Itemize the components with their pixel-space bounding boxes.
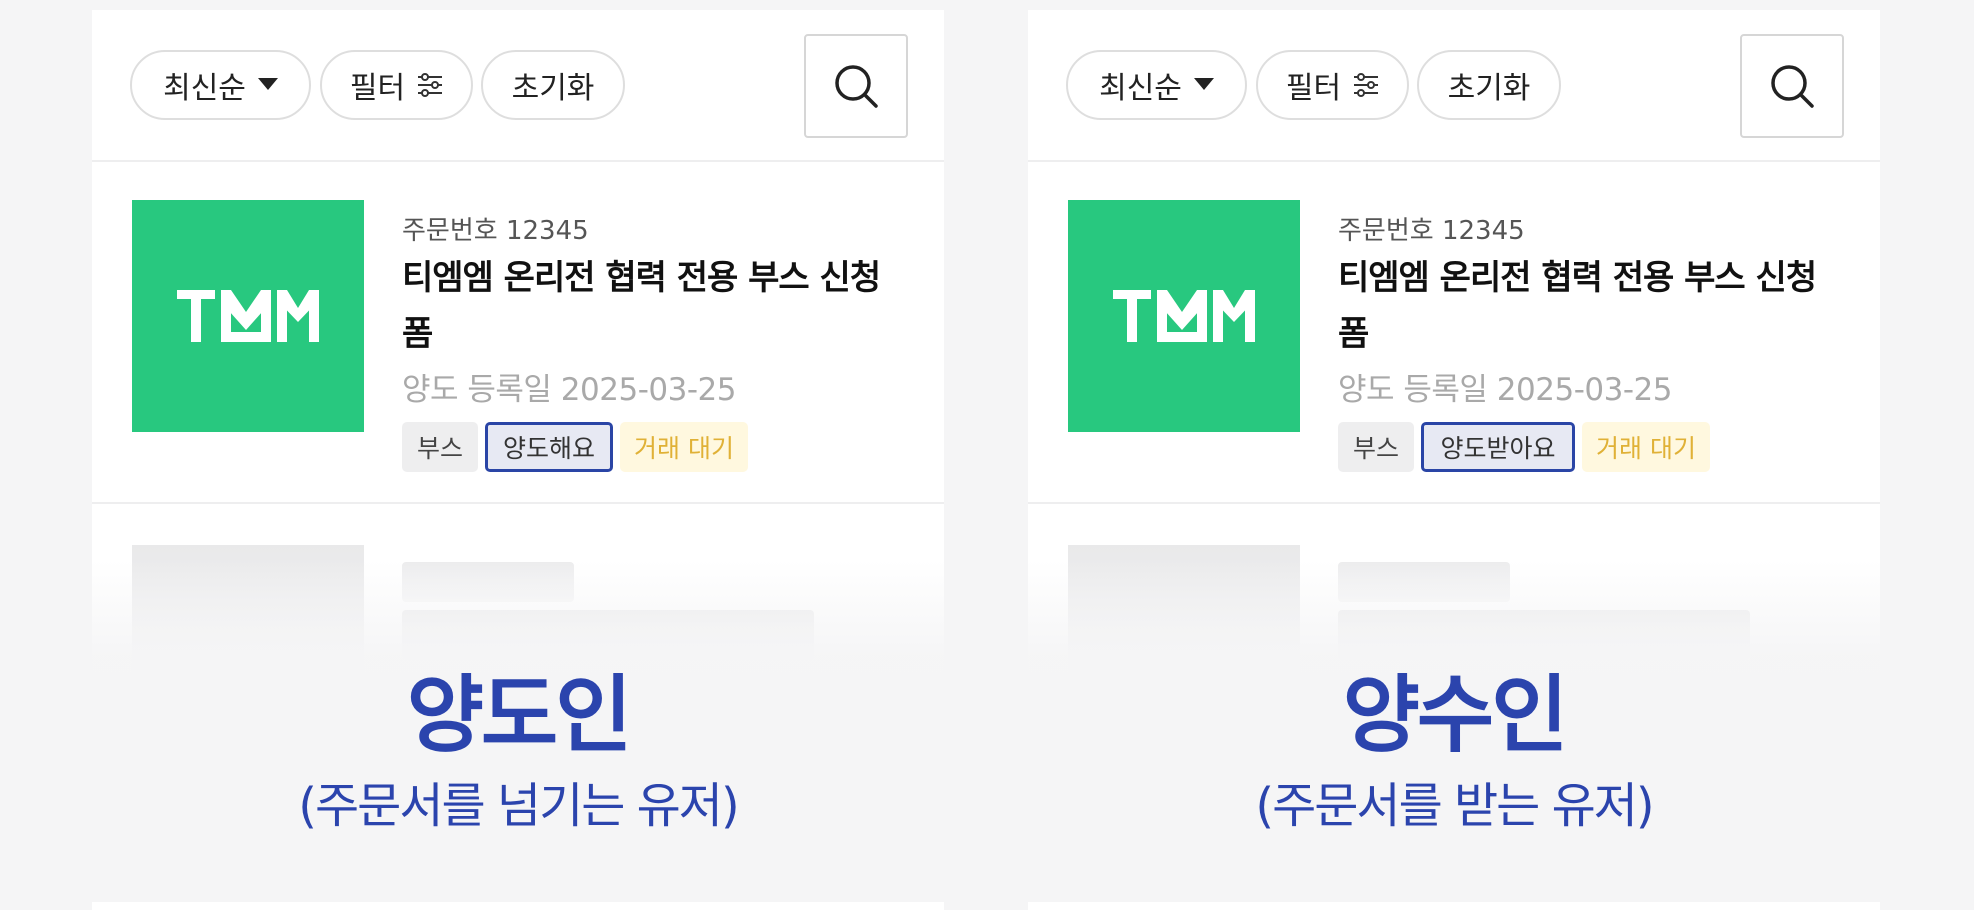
sort-label: 최신순 [1099, 71, 1182, 106]
status-badge: 거래 대기 [1582, 422, 1710, 472]
search-icon [835, 65, 878, 108]
tmm-logo-mark [1113, 290, 1255, 342]
search-icon [1771, 65, 1814, 108]
filter-label: 필터 [349, 71, 406, 106]
tmm-logo-mark [177, 290, 319, 342]
caret-down-icon [1193, 78, 1214, 90]
role-title: 양도인 [406, 666, 633, 764]
registration-date: 양도 등록일 2025-03-25 [402, 372, 736, 408]
sort-dropdown[interactable]: 최신순 [1066, 50, 1247, 120]
reset-label: 초기화 [511, 71, 595, 106]
sort-dropdown[interactable]: 최신순 [130, 50, 311, 120]
transfer-type-tag: 양도받아요 [1421, 422, 1575, 472]
list-toolbar: 최신순 필터 초기화 [1028, 10, 1880, 162]
filter-label: 필터 [1285, 71, 1342, 106]
item-title: 티엠엠 온리전 협력 전용 부스 신청 폼 [402, 258, 881, 354]
sliders-icon [1354, 73, 1379, 97]
sort-label: 최신순 [163, 71, 246, 106]
reset-button[interactable]: 초기화 [1417, 50, 1561, 120]
buyer-panel: 최신순 필터 초기화 주문번호 12345 티엠엠 온리전 협력 전용 부스 신… [1028, 0, 1880, 910]
registration-date: 양도 등록일 2025-03-25 [1338, 372, 1672, 408]
caret-down-icon [257, 78, 278, 90]
search-button[interactable] [1740, 34, 1844, 138]
status-badge: 거래 대기 [620, 422, 748, 472]
filter-button[interactable]: 필터 [320, 50, 473, 120]
sliders-icon [418, 73, 443, 97]
role-subtitle: (주문서를 받는 유저) [1255, 778, 1654, 834]
role-title: 양수인 [1342, 666, 1569, 764]
item-title: 티엠엠 온리전 협력 전용 부스 신청 폼 [1338, 258, 1817, 354]
order-list-item[interactable]: 주문번호 12345 티엠엠 온리전 협력 전용 부스 신청 폼 양도 등록일 … [92, 162, 944, 504]
search-button[interactable] [804, 34, 908, 138]
filter-button[interactable]: 필터 [1256, 50, 1409, 120]
booth-tag: 부스 [1338, 422, 1414, 472]
tmm-logo [132, 200, 364, 432]
transfer-type-tag: 양도해요 [485, 422, 613, 472]
order-list-item[interactable]: 주문번호 12345 티엠엠 온리전 협력 전용 부스 신청 폼 양도 등록일 … [1028, 162, 1880, 504]
reset-button[interactable]: 초기화 [481, 50, 625, 120]
order-number: 주문번호 12345 [402, 216, 589, 246]
reset-label: 초기화 [1447, 71, 1531, 106]
tmm-logo [1068, 200, 1300, 432]
booth-tag: 부스 [402, 422, 478, 472]
seller-panel: 최신순 필터 초기화 주문번호 12345 티엠엠 온리전 협력 전용 부스 신… [92, 0, 944, 910]
order-number: 주문번호 12345 [1338, 216, 1525, 246]
list-toolbar: 최신순 필터 초기화 [92, 10, 944, 162]
role-subtitle: (주문서를 넘기는 유저) [298, 778, 739, 834]
